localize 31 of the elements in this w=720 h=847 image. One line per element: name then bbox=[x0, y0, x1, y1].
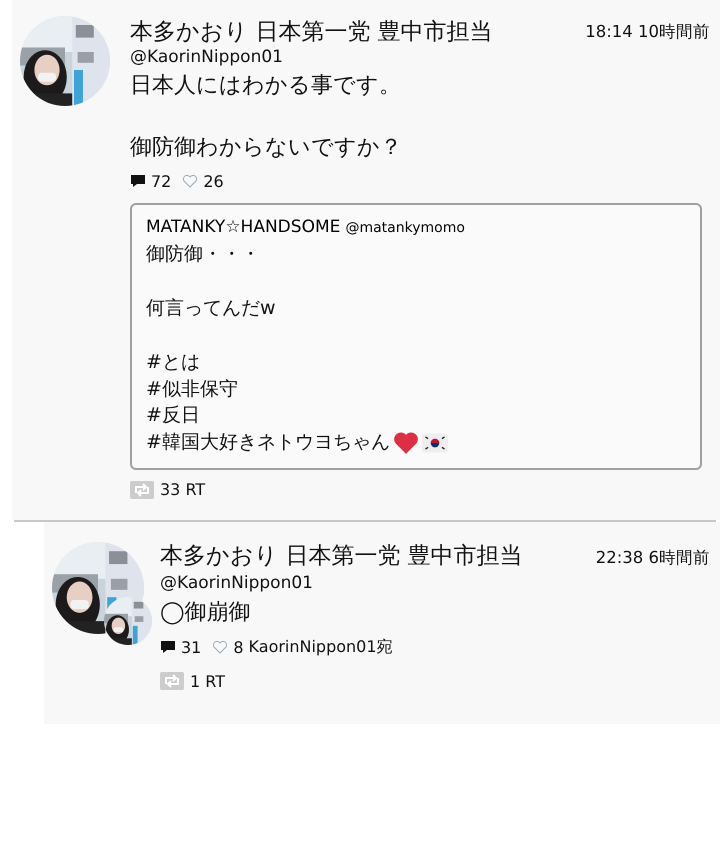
reply-to-label: KaorinNippon01宛 bbox=[248, 636, 393, 658]
like-count: 8 bbox=[233, 638, 244, 657]
retweet-icon[interactable] bbox=[130, 480, 154, 499]
post-text: 御防御わからないですか？ bbox=[130, 134, 403, 162]
user-handle: @KaorinNippon01 bbox=[130, 47, 284, 67]
author-name: MATANKY☆HANDSOME bbox=[146, 216, 340, 237]
post-text: 御防御・・・ bbox=[146, 242, 261, 267]
author-name: 本多かおり 日本第一党 豊中市担当 bbox=[160, 543, 523, 569]
reply-count: 31 bbox=[181, 638, 202, 657]
comment-icon[interactable] bbox=[130, 174, 146, 188]
post-text: #とは bbox=[146, 350, 201, 375]
timestamp: 22:38 6時間前 bbox=[596, 547, 710, 569]
heart-icon[interactable] bbox=[182, 174, 198, 188]
post-text: #似非保守 bbox=[146, 376, 239, 402]
post-text: #韓国大好きネトウヨちゃん bbox=[146, 430, 390, 456]
timestamp: 18:14 10時間前 bbox=[585, 21, 710, 43]
user-handle: @matankymomo bbox=[345, 220, 465, 236]
retweet-count: 33 RT bbox=[160, 480, 206, 500]
author-name: 本多かおり 日本第一党 豊中市担当 bbox=[130, 18, 493, 47]
post-text: #反日 bbox=[146, 403, 201, 428]
post-text: 何言ってんだw bbox=[146, 296, 277, 321]
retweet-count: 1 RT bbox=[190, 672, 225, 691]
post-text: ◯御崩御 bbox=[160, 598, 252, 627]
like-count: 26 bbox=[203, 172, 224, 191]
reply-count: 72 bbox=[151, 172, 172, 191]
user-handle: @KaorinNippon01 bbox=[160, 572, 313, 593]
quoted-post[interactable]: MATANKY☆HANDSOME @matankymomo 御防御・・・ 何言ってんだw #とは #似非保守 #反日 #韓国大好きネトウヨちゃん bbox=[130, 202, 702, 470]
comment-icon[interactable] bbox=[160, 640, 176, 654]
heart-icon[interactable] bbox=[212, 640, 228, 654]
retweet-icon[interactable] bbox=[160, 672, 184, 690]
post-text: 日本人にはわかる事です。 bbox=[130, 72, 402, 100]
